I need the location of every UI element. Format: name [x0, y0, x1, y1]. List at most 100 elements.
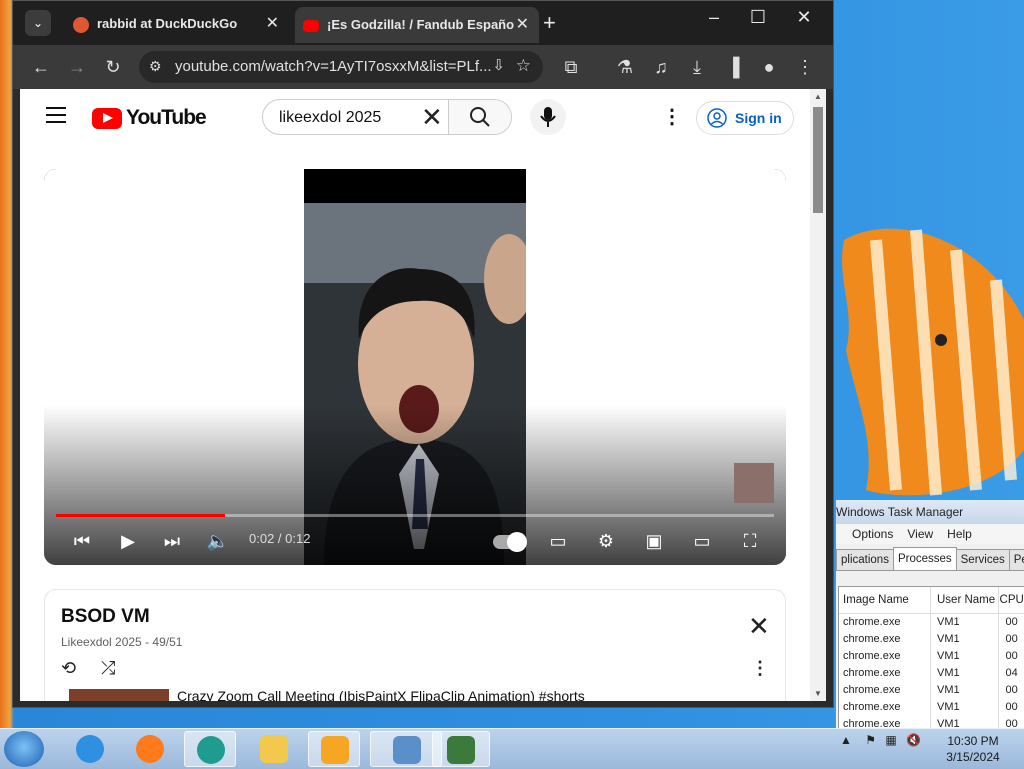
- back-button[interactable]: ←: [27, 53, 55, 81]
- youtube-play-icon: [92, 107, 122, 129]
- fullscreen-button[interactable]: ⛶: [736, 529, 764, 553]
- volume-muted-icon[interactable]: 🔇: [906, 733, 921, 747]
- url-text[interactable]: youtube.com/watch?v=1AyTI7osxxM&list=PLf…: [175, 51, 492, 83]
- shuffle-icon[interactable]: ⤮: [101, 658, 115, 679]
- taskbar: ▲ ⚑ ▦ 🔇 10:30 PM 3/15/2024: [0, 728, 1024, 769]
- forward-arrow-icon: →: [68, 57, 86, 77]
- chrome-window[interactable]: ⌄ rabbid at DuckDuckGo ✕ ¡Es Godzilla! /…: [12, 0, 834, 708]
- table-row[interactable]: chrome.exe VM1 00: [839, 614, 1024, 631]
- playlist-item-thumbnail[interactable]: [69, 689, 169, 701]
- taskbar-media-player[interactable]: [308, 731, 360, 767]
- page-scrollbar[interactable]: ▲ ▼: [810, 89, 826, 701]
- menu-view[interactable]: View: [905, 524, 935, 544]
- fullscreen-icon: ⛶: [743, 531, 757, 551]
- chrome-menu-icon[interactable]: ⋮: [791, 53, 819, 81]
- taskbar-firefox[interactable]: [124, 731, 176, 767]
- tab-youtube[interactable]: ¡Es Godzilla! / Fandub Españo ✕: [295, 7, 539, 43]
- hamburger-menu-icon[interactable]: [46, 107, 66, 123]
- extensions-icon[interactable]: ⧉: [557, 53, 585, 81]
- reload-button[interactable]: ↻: [99, 53, 127, 81]
- settings-menu-icon[interactable]: ⋮: [660, 105, 684, 129]
- youtube-logo[interactable]: YouTube: [92, 106, 207, 130]
- close-playlist-icon[interactable]: ✕: [748, 613, 770, 639]
- network-icon[interactable]: ▦: [885, 733, 896, 747]
- duckduckgo-icon: [73, 16, 89, 33]
- table-row[interactable]: chrome.exe VM1 00: [839, 631, 1024, 648]
- action-center-flag-icon[interactable]: ⚑: [865, 733, 876, 747]
- playlist-item-title[interactable]: Crazy Zoom Call Meeting (IbisPaintX Flip…: [177, 688, 585, 701]
- menu-options[interactable]: Options: [850, 524, 895, 544]
- close-window-button[interactable]: ✕: [789, 7, 819, 28]
- minimize-button[interactable]: –: [699, 7, 729, 28]
- tab-strip: ⌄ rabbid at DuckDuckGo ✕ ¡Es Godzilla! /…: [13, 1, 833, 45]
- player-gradient: [44, 405, 786, 565]
- start-button[interactable]: [4, 731, 44, 767]
- tab-services[interactable]: Services: [955, 549, 1010, 570]
- channel-watermark[interactable]: [734, 463, 774, 503]
- toolbar: ← → ↻ ⚙ youtube.com/watch?v=1AyTI7osxxM&…: [13, 45, 833, 89]
- settings-button[interactable]: ⚙: [592, 529, 620, 553]
- voice-search-button[interactable]: [530, 99, 566, 135]
- process-name: chrome.exe: [839, 699, 931, 716]
- search-input[interactable]: [277, 100, 411, 136]
- bookmark-star-icon[interactable]: ☆: [516, 56, 531, 76]
- install-app-icon[interactable]: ⇩: [492, 56, 505, 74]
- table-row[interactable]: chrome.exe VM1 00: [839, 699, 1024, 716]
- loop-playlist-icon[interactable]: ⟲: [61, 658, 76, 679]
- close-tab-icon[interactable]: ✕: [266, 9, 279, 39]
- tab-duckduckgo[interactable]: rabbid at DuckDuckGo ✕: [65, 9, 289, 39]
- scroll-down-icon[interactable]: ▼: [814, 689, 822, 698]
- column-cpu[interactable]: CPU: [999, 587, 1024, 613]
- mute-button[interactable]: 🔈: [204, 529, 232, 553]
- table-row[interactable]: chrome.exe VM1 00: [839, 682, 1024, 699]
- next-button[interactable]: ⏭: [158, 529, 186, 553]
- new-tab-button[interactable]: +: [543, 9, 556, 37]
- forward-button[interactable]: →: [63, 53, 91, 81]
- tab-applications[interactable]: plications: [836, 549, 894, 570]
- close-tab-icon[interactable]: ✕: [516, 7, 529, 43]
- progress-bar[interactable]: [56, 514, 774, 517]
- menu-help[interactable]: Help: [945, 524, 974, 544]
- column-image-name[interactable]: Image Name: [839, 587, 931, 613]
- tab-search-button[interactable]: ⌄: [25, 10, 51, 36]
- clear-search-icon[interactable]: ✕: [421, 103, 443, 131]
- scrollbar-thumb[interactable]: [813, 107, 823, 213]
- autoplay-toggle[interactable]: [492, 529, 527, 553]
- table-row[interactable]: chrome.exe VM1 00: [839, 648, 1024, 665]
- column-user-name[interactable]: User Name: [931, 587, 1000, 613]
- site-info-icon[interactable]: ⚙: [149, 58, 162, 75]
- taskbar-ie[interactable]: [64, 731, 116, 767]
- previous-button[interactable]: ⏮: [68, 529, 96, 553]
- play-button[interactable]: ▶: [114, 529, 142, 553]
- address-bar[interactable]: ⚙ youtube.com/watch?v=1AyTI7osxxM&list=P…: [139, 51, 543, 83]
- process-table[interactable]: Image Name User Name CPU chrome.exe VM1 00…: [838, 586, 1024, 730]
- profile-icon[interactable]: ●: [755, 53, 783, 81]
- task-manager-title[interactable]: Windows Task Manager: [836, 500, 1024, 524]
- subtitles-button[interactable]: ▭: [544, 529, 572, 553]
- tab-performance[interactable]: Perf: [1008, 549, 1024, 570]
- theater-mode-button[interactable]: ▭: [688, 529, 716, 553]
- video-player[interactable]: ⏮ ▶ ⏭ 🔈 0:02 / 0:12 ▭ ⚙ ▣ ▭ ⛶: [44, 169, 786, 565]
- clock[interactable]: 10:30 PM 3/15/2024: [944, 733, 1002, 765]
- search-button[interactable]: [448, 100, 511, 134]
- playlist-title[interactable]: BSOD VM: [61, 606, 150, 628]
- miniplayer-button[interactable]: ▣: [640, 529, 668, 553]
- task-manager-window[interactable]: Windows Task Manager Options View Help p…: [835, 500, 1024, 730]
- taskbar-task-manager[interactable]: [432, 731, 490, 767]
- scroll-up-icon[interactable]: ▲: [814, 92, 822, 101]
- downloads-icon[interactable]: ⤓: [683, 53, 711, 81]
- side-panel-icon[interactable]: ▐: [719, 53, 747, 81]
- media-control-icon[interactable]: ♫: [647, 53, 675, 81]
- table-row[interactable]: chrome.exe VM1 04: [839, 665, 1024, 682]
- sign-in-button[interactable]: Sign in: [696, 101, 794, 135]
- reload-icon: ↻: [105, 57, 121, 77]
- show-hidden-icons[interactable]: ▲: [840, 733, 852, 747]
- labs-icon[interactable]: ⚗: [611, 53, 639, 81]
- youtube-page: YouTube ✕ ⋮ Sign in: [20, 89, 810, 701]
- taskbar-chrome[interactable]: [184, 731, 236, 767]
- playlist-subtitle[interactable]: Likeexdol 2025 - 49/51: [61, 635, 182, 649]
- taskbar-explorer[interactable]: [248, 731, 300, 767]
- playlist-more-icon[interactable]: ⋮: [751, 658, 769, 679]
- tab-processes[interactable]: Processes: [892, 547, 957, 570]
- maximize-button[interactable]: ☐: [743, 7, 773, 28]
